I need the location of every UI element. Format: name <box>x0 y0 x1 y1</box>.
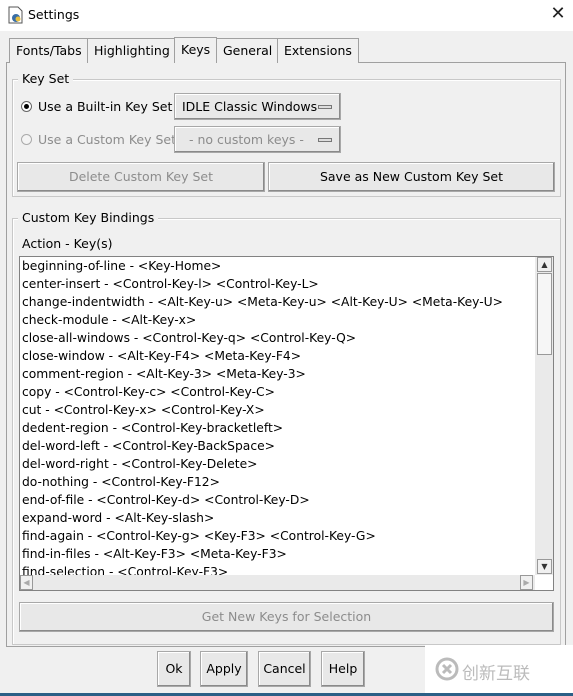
vertical-scroll-thumb[interactable] <box>537 273 552 355</box>
bindings-header: Action - Key(s) <box>22 236 113 251</box>
builtin-radio[interactable] <box>21 101 32 112</box>
close-icon[interactable]: ✕ <box>548 4 568 24</box>
horizontal-scrollbar[interactable] <box>20 575 535 590</box>
binding-list-item[interactable]: close-window - <Alt-Key-F4> <Meta-Key-F4… <box>22 347 301 365</box>
binding-list-item[interactable]: do-nothing - <Control-Key-F12> <box>22 473 220 491</box>
binding-list-item[interactable]: del-word-left - <Control-Key-BackSpace> <box>22 437 275 455</box>
title-bar <box>0 0 573 31</box>
menu-indicator-icon <box>318 138 332 142</box>
scroll-down-icon[interactable]: ▼ <box>537 559 552 574</box>
key-set-label: Key Set <box>18 71 74 86</box>
window-title: Settings <box>28 7 80 22</box>
custom-keyset-menu[interactable]: - no custom keys - <box>174 126 341 153</box>
save-custom-keyset-button[interactable]: Save as New Custom Key Set <box>268 162 555 192</box>
binding-list-item[interactable]: copy - <Control-Key-c> <Control-Key-C> <box>22 383 275 401</box>
tab-extensions[interactable]: Extensions <box>277 38 359 63</box>
watermark-logo-icon <box>435 657 459 681</box>
cancel-button[interactable]: Cancel <box>258 651 311 687</box>
binding-list-item[interactable]: comment-region - <Alt-Key-3> <Meta-Key-3… <box>22 365 306 383</box>
help-button[interactable]: Help <box>321 651 365 687</box>
binding-list-item[interactable]: del-word-right - <Control-Key-Delete> <box>22 455 257 473</box>
binding-list-item[interactable]: beginning-of-line - <Key-Home> <box>22 257 221 275</box>
watermark: 创新互联 <box>425 645 573 693</box>
binding-list-item[interactable]: check-module - <Alt-Key-x> <box>22 311 196 329</box>
tab-fonts-tabs[interactable]: Fonts/Tabs <box>9 38 89 63</box>
binding-list-item[interactable]: expand-word - <Alt-Key-slash> <box>22 509 214 527</box>
scroll-up-icon[interactable]: ▲ <box>537 257 552 272</box>
binding-list-item[interactable]: find-again - <Control-Key-g> <Key-F3> <C… <box>22 527 376 545</box>
builtin-keyset-value: IDLE Classic Windows <box>182 99 318 114</box>
custom-label[interactable]: Use a Custom Key Set <box>38 132 176 147</box>
apply-button[interactable]: Apply <box>200 651 248 687</box>
menu-indicator-icon <box>318 105 332 109</box>
binding-list-item[interactable]: end-of-file - <Control-Key-d> <Control-K… <box>22 491 310 509</box>
tab-keys[interactable]: Keys <box>174 37 218 63</box>
builtin-label[interactable]: Use a Built-in Key Set <box>38 99 172 114</box>
binding-list-item[interactable]: cut - <Control-Key-x> <Control-Key-X> <box>22 401 265 419</box>
binding-list-item[interactable]: close-all-windows - <Control-Key-q> <Con… <box>22 329 356 347</box>
custom-keyset-value: - no custom keys - <box>189 132 304 147</box>
delete-custom-keyset-button[interactable]: Delete Custom Key Set <box>17 162 265 192</box>
bindings-list[interactable]: beginning-of-line - <Key-Home> center-ins… <box>19 256 554 591</box>
get-new-keys-button[interactable]: Get New Keys for Selection <box>19 602 554 632</box>
scroll-right-icon[interactable]: ▶ <box>520 575 533 590</box>
builtin-keyset-menu[interactable]: IDLE Classic Windows <box>174 93 341 120</box>
binding-list-item[interactable]: center-insert - <Control-Key-l> <Control… <box>22 275 319 293</box>
app-icon <box>8 6 24 24</box>
custom-bindings-label: Custom Key Bindings <box>18 210 159 225</box>
binding-list-item[interactable]: dedent-region - <Control-Key-bracketleft… <box>22 419 283 437</box>
scroll-left-icon[interactable]: ◀ <box>20 575 33 590</box>
binding-list-item[interactable]: change-indentwidth - <Alt-Key-u> <Meta-K… <box>22 293 503 311</box>
tab-highlighting[interactable]: Highlighting <box>87 38 177 63</box>
tab-general[interactable]: General <box>216 38 280 63</box>
binding-list-item[interactable]: find-in-files - <Alt-Key-F3> <Meta-Key-F… <box>22 545 287 563</box>
custom-radio[interactable] <box>21 134 32 145</box>
ok-button[interactable]: Ok <box>157 651 191 687</box>
